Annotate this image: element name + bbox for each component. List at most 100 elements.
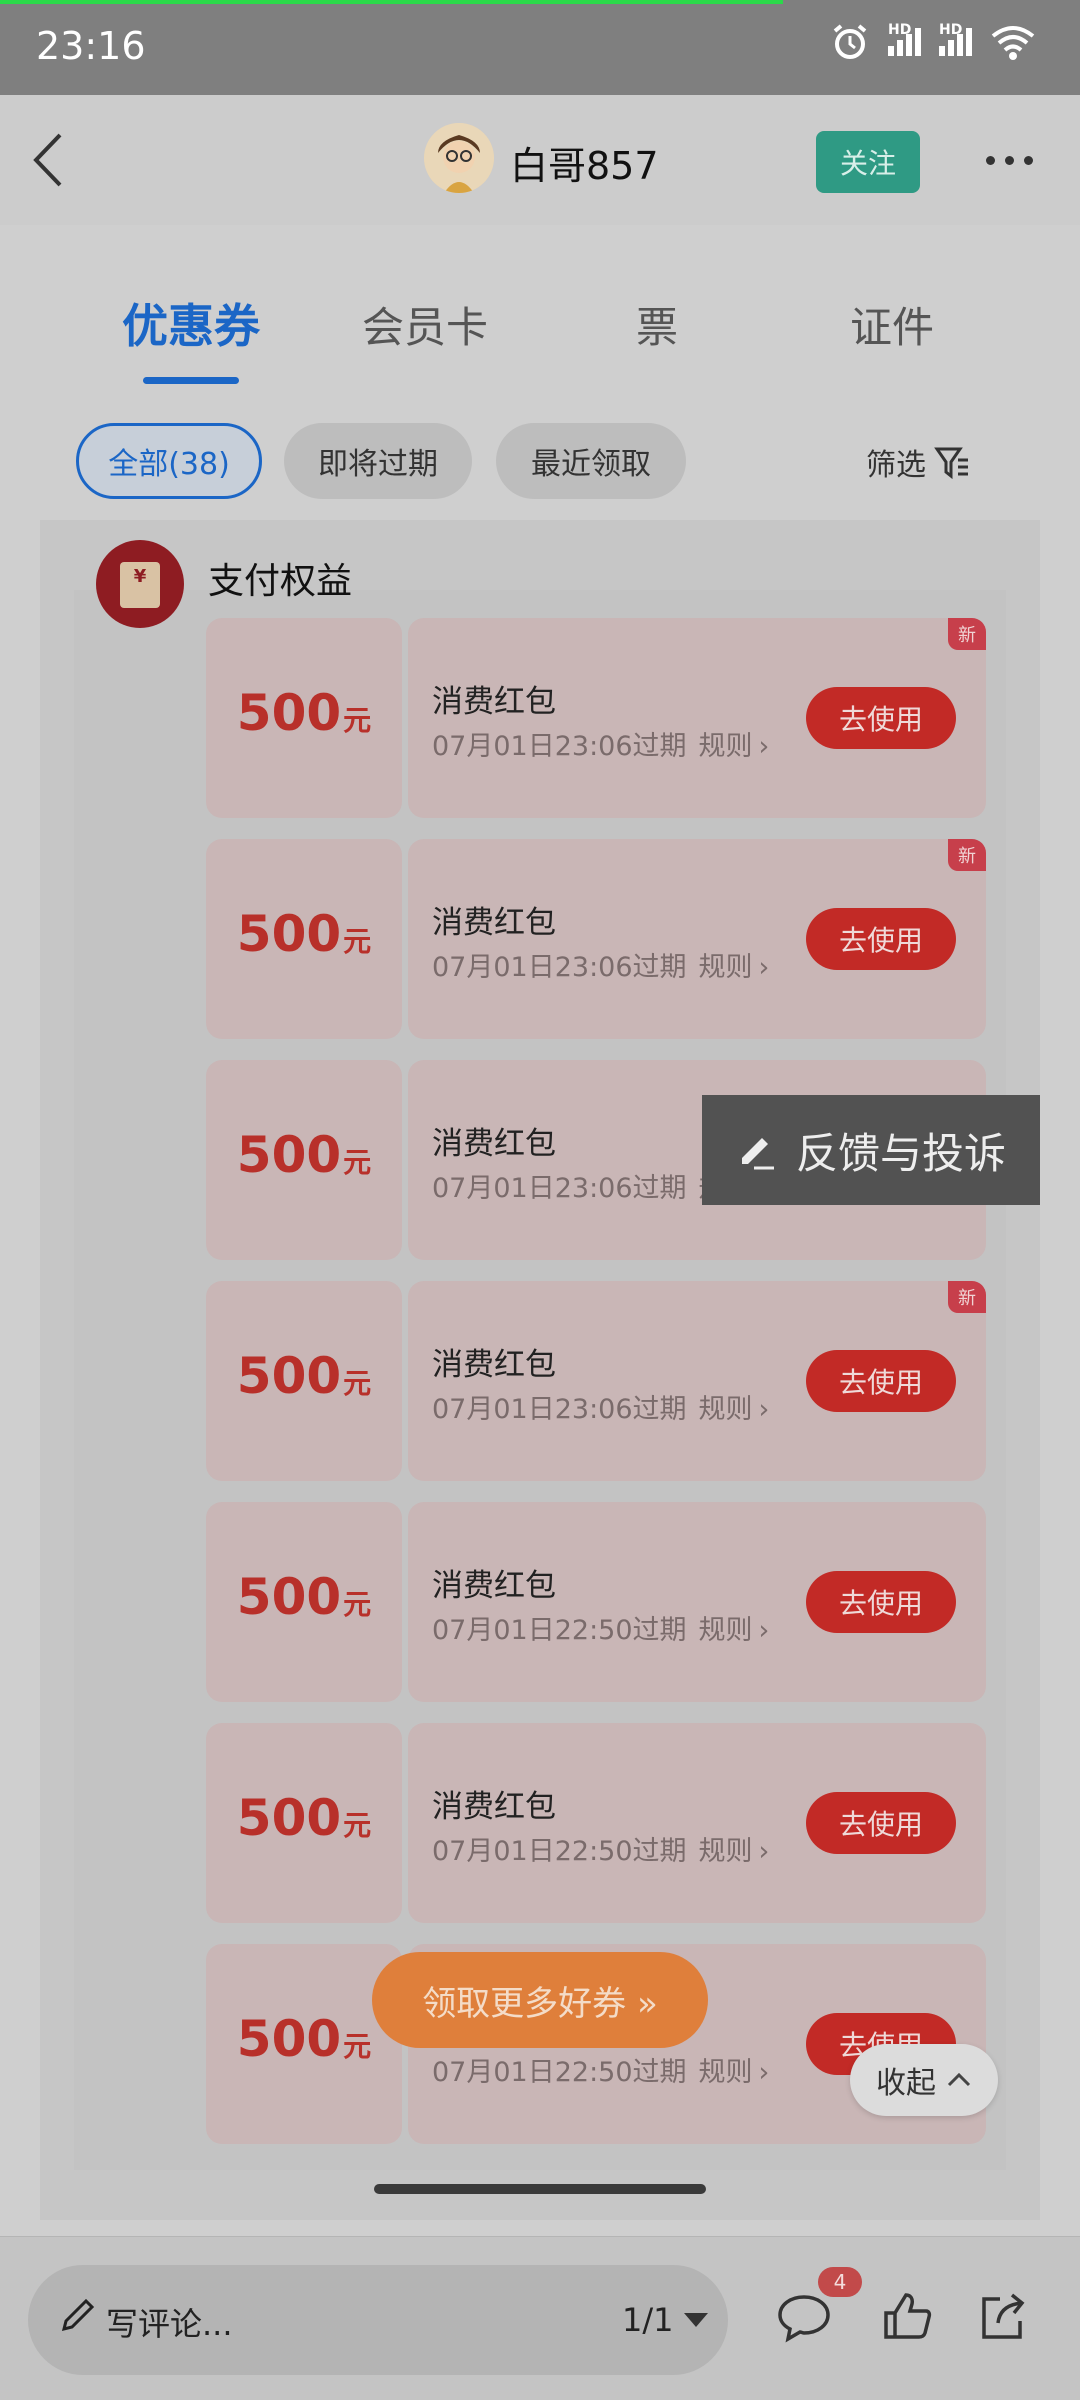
hd-label: HD [888,22,912,38]
use-coupon-button[interactable]: 去使用 [806,1571,956,1633]
coupon-amount: 500 [236,905,342,963]
filter-label: 筛选 [866,448,926,483]
signal-icon-2: HD [939,22,972,56]
coupon-card[interactable]: 500 元消费红包 07月01日23:06过期 规则 › 去使用新 [206,618,986,818]
coupon-rules-link[interactable]: 规则 [699,1394,753,1425]
tab-membership-cards[interactable]: 会员卡 [362,294,488,355]
coupon-expiry-row: 07月01日23:06过期规则› [432,1387,769,1426]
comment-icon[interactable] [776,2291,832,2343]
page-load-progress [0,0,783,4]
coupon-expiry: 07月01日22:50过期 [432,2057,687,2088]
more-options-icon[interactable] [986,147,1042,173]
back-icon[interactable] [22,125,82,195]
coupon-amount-box: 500 元 [206,1944,402,2144]
coupon-body: 消费红包 07月01日23:06过期 规则 › 去使用 新 [408,1281,986,1481]
coupon-unit: 元 [343,1367,372,1400]
use-coupon-button[interactable]: 去使用 [806,687,956,749]
filter-chip-recent[interactable]: 最近领取 [496,423,686,499]
coupon-amount-box: 500 元 [206,1723,402,1923]
funnel-icon [934,447,968,480]
active-tab-indicator [143,377,239,384]
page-indicator[interactable]: 1/1 [622,2301,674,2339]
new-badge: 新 [948,618,986,650]
collapse-button[interactable]: 收起 [850,2044,998,2116]
coupon-amount: 500 [236,1126,342,1184]
coupon-card[interactable]: 500 元 消费红包 07月01日23:06过期 规则 › 去使用 新 [206,839,986,1039]
use-coupon-button[interactable]: 去使用 [806,908,956,970]
tab-tickets[interactable]: 票 [636,294,678,355]
coupon-unit: 元 [343,1146,372,1179]
new-badge: 新 [948,1281,986,1313]
comment-count-badge: 4 [818,2267,862,2297]
caret-down-icon[interactable] [684,2313,708,2327]
coupon-name: 消费红包 [432,905,556,941]
coupon-body: 消费红包 07月01日22:50过期规则› 去使用 [408,1502,986,1702]
coupon-expiry: 07月01日23:06过期 [432,952,687,983]
status-time: 23:16 [36,24,146,68]
coupon-card[interactable]: 500元消费红包 07月01日22:50过期规则› 去使用 [206,1723,986,1923]
avatar[interactable] [424,123,494,193]
coupon-expiry-row: 07月01日23:06过期规则› [432,724,769,763]
coupon-unit: 元 [343,704,372,737]
section-title: 支付权益 [208,561,353,602]
like-icon[interactable] [882,2291,932,2341]
collapse-label: 收起 [876,2066,936,2101]
feedback-button[interactable]: 反馈与投诉 [702,1095,1040,1205]
tab-coupons[interactable]: 优惠券 [122,290,260,356]
coupon-amount-box: 500 元 [206,1502,402,1702]
pen-icon [61,2298,95,2332]
use-coupon-button[interactable]: 去使用 [806,1792,956,1854]
comment-input[interactable]: 写评论... 1/1 [28,2265,728,2375]
coupon-expiry: 07月01日23:06过期 [432,1173,687,1204]
get-more-coupons-button[interactable]: 领取更多好券 » [372,1952,708,2048]
use-coupon-button[interactable]: 去使用 [806,1350,956,1412]
home-indicator [374,2184,706,2194]
coupon-name: 消费红包 [432,1789,556,1825]
coupon-name: 消费红包 [432,1568,556,1604]
coupon-expiry: 07月01日22:50过期 [432,1615,687,1646]
bottom-bar: 写评论... 1/1 4 [0,2236,1080,2400]
feedback-label: 反馈与投诉 [796,1128,1007,1178]
coupon-card[interactable]: 500 元消费红包 07月01日23:06过期 规则 › 去使用 新 [206,1281,986,1481]
coupon-unit: 元 [343,1588,372,1621]
coupon-body: 消费红包 07月01日23:06过期 规则 › 去使用 新 [408,839,986,1039]
coupon-unit: 元 [343,2030,372,2063]
coupon-amount-box: 500 元 [206,618,402,818]
filter-button[interactable]: 筛选 [866,440,970,484]
filter-chip-expiring[interactable]: 即将过期 [284,423,472,499]
coupon-expiry-row: 07月01日22:50过期 规则 › [432,1829,769,1868]
filter-chip-all[interactable]: 全部(38) [76,423,262,499]
coupon-expiry: 07月01日23:06过期 [432,1394,687,1425]
coupon-rules-link[interactable]: 规则 [699,952,753,983]
edit-icon [742,1138,774,1170]
signal-icon: HD [888,22,921,56]
coupon-amount: 500 [236,1789,342,1847]
tab-documents[interactable]: 证件 [850,294,934,355]
coupon-rules-link[interactable]: 规则 [699,1836,753,1867]
coupon-rules-link[interactable]: 规则 [699,731,753,762]
coupon-card[interactable]: 500元消费红包 07月01日22:50过期规则› 去使用 [206,1502,986,1702]
red-envelope-icon [96,540,184,628]
follow-button[interactable]: 关注 [816,131,920,193]
alarm-icon [833,24,867,59]
coupon-rules-link[interactable]: 规则 [699,2057,753,2088]
coupon-name: 消费红包 [432,684,556,720]
hd-label-2: HD [939,22,963,38]
chevron-right-icon: › [758,1394,770,1425]
coupon-rules-link[interactable]: 规则 [699,1615,753,1646]
chevron-up-icon [947,2072,971,2087]
coupon-body: 消费红包 07月01日23:06过期 规则 › 去使用 新 [408,618,986,818]
chevron-right-icon: › [758,1615,770,1646]
top-bar: 白哥857 关注 [0,95,1080,225]
chevron-right-icon: › [758,952,770,983]
wifi-icon [991,26,1035,60]
coupon-unit: 元 [343,925,372,958]
coupon-expiry-row: 07月01日22:50过期 规则 › [432,1608,769,1647]
new-badge: 新 [948,839,986,871]
coupon-name: 消费红包 [432,1347,556,1383]
chevron-right-icon: › [758,731,770,762]
coupon-amount-box: 500 元 [206,1281,402,1481]
coupon-amount: 500 [236,684,342,742]
username[interactable]: 白哥857 [510,135,659,190]
share-icon[interactable] [976,2291,1028,2343]
